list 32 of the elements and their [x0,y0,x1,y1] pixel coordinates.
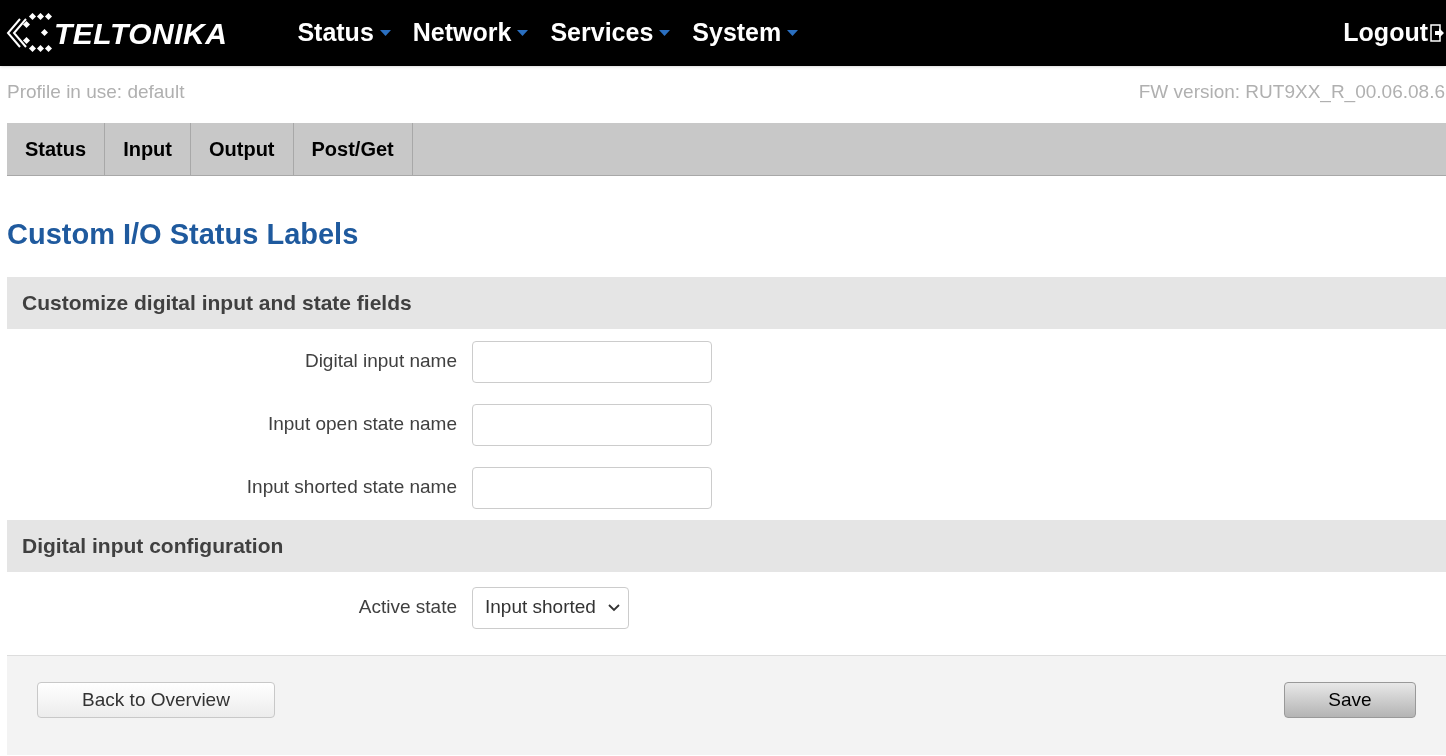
nav-menu-item[interactable]: Network [412,14,529,52]
field-label: Input open state name [266,412,458,437]
logout-icon [1430,24,1444,42]
caret-icon [787,30,799,36]
tab[interactable]: Post/Get [293,123,413,175]
tab[interactable]: Status [7,123,106,175]
firmware-version: FW version: RUT9XX_R_00.06.08.6 [1138,79,1445,105]
caret-icon [659,30,671,36]
logo-text: TELTONIKA [54,15,228,52]
nav-menu-item[interactable]: Status [297,14,391,52]
input-field[interactable] [472,403,712,446]
field-label: Digital input name [303,349,458,374]
nav-menu-item[interactable]: Services [550,14,671,52]
tab[interactable]: Input [105,123,191,175]
back-to-overview-button[interactable]: Back to Overview [37,682,275,718]
profile-text: Profile in use: default [7,79,185,104]
input-field[interactable] [472,466,712,509]
field-label: Input shorted state name [245,475,458,500]
field-label: Active state [357,595,458,620]
page-title: Custom I/O Status Labels [7,217,360,252]
save-button[interactable]: Save [1284,682,1416,718]
logout-link[interactable]: Logout [1343,14,1444,52]
nav-menu-item[interactable]: System [692,14,799,52]
section-header: Digital input configuration [7,520,1446,572]
dropdown[interactable]: Input shorted [472,586,629,629]
chevron-down-icon [607,603,620,612]
caret-icon [517,30,529,36]
caret-icon [379,30,391,36]
section-header: Customize digital input and state fields [7,277,1446,329]
tab[interactable]: Output [191,123,294,175]
logo-mark-icon [6,13,52,53]
input-field[interactable] [472,340,712,383]
